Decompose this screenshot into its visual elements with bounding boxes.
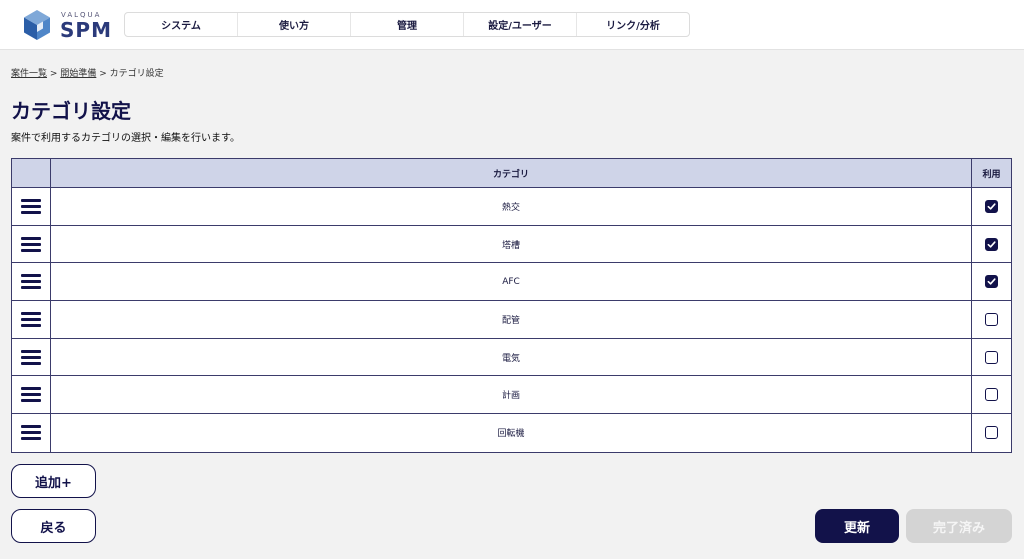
nav-item-usage[interactable]: 使い方 [238, 13, 351, 36]
category-name: AFC [51, 263, 972, 301]
category-table: カテゴリ 利用 熱交 塔槽 AFC 配管 電気 計画 回転機 [11, 158, 1012, 453]
hamburger-icon[interactable] [21, 349, 41, 365]
hamburger-icon[interactable] [21, 274, 41, 290]
drag-cell [12, 188, 51, 225]
table-row: AFC [12, 263, 1011, 302]
nav-item-admin[interactable]: 管理 [351, 13, 464, 36]
breadcrumb-current: カテゴリ設定 [109, 69, 164, 79]
drag-cell [12, 338, 51, 376]
use-cell [972, 188, 1011, 225]
completed-button: 完了済み [906, 509, 1012, 543]
use-cell [972, 376, 1011, 413]
table-row: 計画 [12, 376, 1011, 415]
category-name: 回転機 [51, 414, 972, 452]
logo[interactable]: VALQUA SPM [21, 9, 113, 42]
use-cell [972, 414, 1011, 452]
drag-cell [12, 225, 51, 263]
drag-cell [12, 414, 51, 452]
table-row: 塔槽 [12, 225, 1011, 264]
table-row: 熱交 [12, 188, 1011, 226]
category-name: 電気 [51, 338, 972, 376]
update-button[interactable]: 更新 [815, 509, 899, 543]
brand-big-text: SPM [60, 18, 112, 42]
category-name: 計画 [51, 376, 972, 414]
hamburger-icon[interactable] [21, 198, 41, 214]
table-row: 回転機 [12, 414, 1011, 452]
breadcrumb-link-project-list[interactable]: 案件一覧 [11, 69, 47, 79]
nav-item-links-analysis[interactable]: リンク/分析 [577, 13, 689, 36]
table-header-row: カテゴリ 利用 [12, 159, 1011, 188]
hamburger-icon[interactable] [21, 387, 41, 403]
checkbox-unchecked-icon[interactable] [985, 350, 998, 364]
checkbox-checked-icon[interactable] [985, 199, 998, 213]
breadcrumb: 案件一覧 > 開始準備 > カテゴリ設定 [11, 66, 164, 79]
category-name: 配管 [51, 301, 972, 338]
app-header: VALQUA SPM システム 使い方 管理 設定/ユーザー リンク/分析 [0, 0, 1024, 50]
breadcrumb-separator: > [99, 69, 107, 79]
use-cell [972, 263, 1011, 300]
page-title: カテゴリ設定 [11, 99, 131, 123]
checkbox-checked-icon[interactable] [985, 275, 998, 289]
checkbox-checked-icon[interactable] [985, 237, 998, 251]
breadcrumb-link-start-prep[interactable]: 開始準備 [60, 69, 96, 79]
table-body: 熱交 塔槽 AFC 配管 電気 計画 回転機 [12, 188, 1011, 452]
category-name: 塔槽 [51, 225, 972, 263]
use-cell [972, 301, 1011, 338]
checkbox-unchecked-icon[interactable] [985, 426, 998, 440]
add-button[interactable]: 追加+ [11, 464, 96, 498]
hamburger-icon[interactable] [21, 311, 41, 327]
use-cell [972, 226, 1011, 263]
table-row: 配管 [12, 301, 1011, 339]
header-category: カテゴリ [51, 159, 972, 187]
use-cell [972, 339, 1011, 376]
main-nav: システム 使い方 管理 設定/ユーザー リンク/分析 [124, 12, 690, 37]
checkbox-unchecked-icon[interactable] [985, 312, 998, 326]
back-button[interactable]: 戻る [11, 509, 96, 543]
drag-cell [12, 263, 51, 301]
hamburger-icon[interactable] [21, 425, 41, 441]
nav-item-system[interactable]: システム [125, 13, 238, 36]
nav-item-settings-users[interactable]: 設定/ユーザー [464, 13, 577, 36]
logo-cube-icon [24, 10, 50, 40]
hamburger-icon[interactable] [21, 236, 41, 252]
category-name: 熱交 [51, 188, 972, 225]
breadcrumb-separator: > [49, 69, 58, 79]
table-row: 電気 [12, 338, 1011, 377]
drag-cell [12, 301, 51, 338]
checkbox-unchecked-icon[interactable] [985, 388, 998, 402]
drag-cell [12, 376, 51, 414]
page-description: 案件で利用するカテゴリの選択・編集を行います。 [11, 133, 240, 144]
header-use: 利用 [982, 169, 1001, 180]
header-handle-cell [12, 159, 51, 187]
